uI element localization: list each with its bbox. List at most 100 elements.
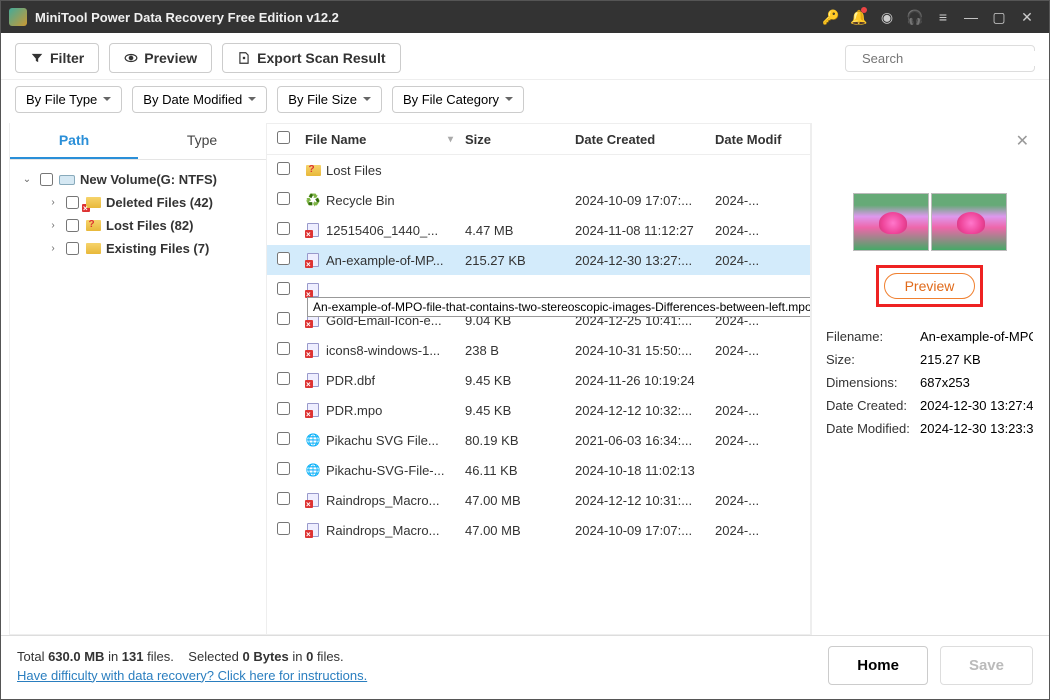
file-row[interactable]: 🌐Pikachu SVG File...80.19 KB2021-06-03 1… [267, 425, 810, 455]
file-row[interactable]: ♻️Recycle Bin2024-10-09 17:07:...2024-..… [267, 185, 810, 215]
thumbnail-image[interactable] [853, 193, 929, 251]
column-created[interactable]: Date Created [575, 132, 715, 147]
file-checkbox[interactable] [277, 252, 290, 265]
file-row[interactable]: Raindrops_Macro...47.00 MB2024-12-12 10:… [267, 485, 810, 515]
export-icon [237, 51, 251, 65]
file-icon [305, 252, 321, 268]
close-preview-icon[interactable]: ✕ [1016, 131, 1029, 151]
tree-deleted-files[interactable]: › Deleted Files (42) [16, 191, 260, 214]
file-checkbox[interactable] [277, 492, 290, 505]
maximize-button[interactable]: ▢ [985, 3, 1013, 31]
file-row[interactable]: 🌐Pikachu-SVG-File-...46.11 KB2024-10-18 … [267, 455, 810, 485]
file-name: 12515406_1440_... [326, 223, 438, 238]
column-name[interactable]: File Name▾ [305, 132, 465, 147]
file-checkbox[interactable] [277, 402, 290, 415]
help-link[interactable]: Have difficulty with data recovery? Clic… [17, 668, 367, 683]
home-button[interactable]: Home [828, 646, 928, 685]
file-name: Pikachu SVG File... [326, 433, 439, 448]
thumbnail-image[interactable] [931, 193, 1007, 251]
app-title: MiniTool Power Data Recovery Free Editio… [35, 10, 817, 25]
file-row[interactable]: 12515406_1440_...4.47 MB2024-11-08 11:12… [267, 215, 810, 245]
side-tabs: Path Type [10, 123, 266, 160]
file-checkbox[interactable] [277, 192, 290, 205]
chevron-right-icon[interactable]: › [46, 243, 60, 254]
close-button[interactable]: ✕ [1013, 3, 1041, 31]
file-row[interactable]: PDR.dbf9.45 KB2024-11-26 10:19:24 [267, 365, 810, 395]
select-all-checkbox[interactable] [277, 131, 290, 144]
filter-dropdowns: By File Type By Date Modified By File Si… [1, 80, 1049, 123]
lost-folder-icon [85, 219, 101, 233]
tree-checkbox[interactable] [66, 242, 79, 255]
disc-icon[interactable]: ◉ [873, 3, 901, 31]
file-checkbox[interactable] [277, 282, 290, 295]
tree-checkbox[interactable] [40, 173, 53, 186]
file-created: 2024-11-08 11:12:27 [575, 223, 715, 238]
file-name: Raindrops_Macro... [326, 493, 439, 508]
filter-file-type[interactable]: By File Type [15, 86, 122, 113]
file-list-body[interactable]: An-example-of-MPO-file-that-contains-two… [267, 155, 810, 634]
search-input[interactable] [845, 45, 1035, 72]
file-checkbox[interactable] [277, 222, 290, 235]
file-row[interactable]: PDR.mpo9.45 KB2024-12-12 10:32:...2024-.… [267, 395, 810, 425]
notification-bell-icon[interactable]: 🔔 [845, 3, 873, 31]
detail-value: 215.27 KB [920, 352, 1033, 367]
column-size[interactable]: Size [465, 132, 575, 147]
tab-path[interactable]: Path [10, 123, 138, 159]
filter-file-category[interactable]: By File Category [392, 86, 524, 113]
file-checkbox[interactable] [277, 432, 290, 445]
file-list-header: File Name▾ Size Date Created Date Modif [267, 124, 810, 155]
tab-type[interactable]: Type [138, 123, 266, 159]
tree-checkbox[interactable] [66, 196, 79, 209]
file-row[interactable]: Lost Files [267, 155, 810, 185]
preview-button[interactable]: Preview [884, 273, 976, 299]
menu-icon[interactable]: ≡ [929, 3, 957, 31]
column-modified[interactable]: Date Modif [715, 132, 800, 147]
file-icon [305, 372, 321, 388]
tree-existing-files[interactable]: › Existing Files (7) [16, 237, 260, 260]
detail-label: Date Created: [826, 398, 920, 413]
file-row[interactable]: icons8-windows-1...238 B2024-10-31 15:50… [267, 335, 810, 365]
minimize-button[interactable]: — [957, 3, 985, 31]
headset-icon[interactable]: 🎧 [901, 3, 929, 31]
preview-highlight-box: Preview [876, 265, 984, 307]
filter-button[interactable]: Filter [15, 43, 99, 73]
export-button[interactable]: Export Scan Result [222, 43, 400, 73]
search-field[interactable] [862, 51, 1038, 66]
file-checkbox[interactable] [277, 342, 290, 355]
filter-date-modified[interactable]: By Date Modified [132, 86, 267, 113]
tree-root[interactable]: ⌄ New Volume(G: NTFS) [16, 168, 260, 191]
detail-value: An-example-of-MPO- [920, 329, 1033, 344]
file-checkbox[interactable] [277, 522, 290, 535]
file-checkbox[interactable] [277, 162, 290, 175]
detail-label: Date Modified: [826, 421, 920, 436]
status-total-size: 630.0 MB [48, 649, 104, 664]
file-icon [305, 222, 321, 238]
file-details: Filename:An-example-of-MPO- Size:215.27 … [826, 325, 1033, 440]
chevron-right-icon[interactable]: › [46, 220, 60, 231]
tree-lost-files[interactable]: › Lost Files (82) [16, 214, 260, 237]
file-checkbox[interactable] [277, 312, 290, 325]
file-modified: 2024-... [715, 403, 800, 418]
sort-arrow-icon: ▾ [448, 134, 453, 145]
chevron-down-icon[interactable]: ⌄ [20, 174, 34, 185]
file-icon: 🌐 [305, 462, 321, 478]
chevron-right-icon[interactable]: › [46, 197, 60, 208]
preview-toolbar-button[interactable]: Preview [109, 43, 212, 73]
file-list: File Name▾ Size Date Created Date Modif … [267, 123, 811, 635]
file-size: 80.19 KB [465, 433, 575, 448]
file-checkbox[interactable] [277, 372, 290, 385]
file-modified: 2024-... [715, 523, 800, 538]
file-icon [305, 342, 321, 358]
file-row[interactable]: Raindrops_Macro...47.00 MB2024-10-09 17:… [267, 515, 810, 545]
file-icon [305, 522, 321, 538]
file-size: 46.11 KB [465, 463, 575, 478]
filter-file-size[interactable]: By File Size [277, 86, 382, 113]
key-icon[interactable]: 🔑 [817, 3, 845, 31]
save-button[interactable]: Save [940, 646, 1033, 685]
tree-checkbox[interactable] [66, 219, 79, 232]
file-row[interactable]: An-example-of-MP...215.27 KB2024-12-30 1… [267, 245, 810, 275]
detail-label: Size: [826, 352, 920, 367]
folder-icon [85, 242, 101, 256]
file-checkbox[interactable] [277, 462, 290, 475]
file-size: 215.27 KB [465, 253, 575, 268]
